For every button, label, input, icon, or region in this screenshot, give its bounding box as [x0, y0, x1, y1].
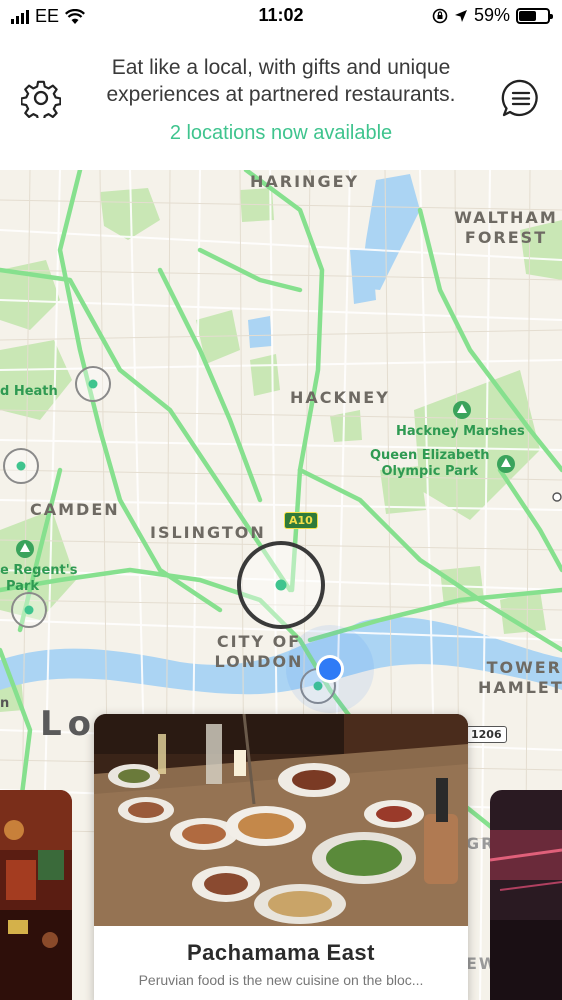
- chat-menu-icon: [501, 79, 538, 117]
- restaurant-card-next[interactable]: [490, 790, 562, 1000]
- map-label-islington: ISLINGTON: [150, 523, 266, 542]
- restaurant-title: Pachamama East: [187, 940, 375, 965]
- menu-button[interactable]: [501, 78, 541, 118]
- map-label-olympic-park: Queen Elizabeth Olympic Park: [370, 448, 489, 480]
- map-label-tower: TOWER: [486, 658, 562, 677]
- map-label-waltham-forest: WALTHAM FOREST: [454, 208, 558, 248]
- map-label-queen-elizabeth: Queen Elizabeth: [370, 448, 490, 463]
- map-label-forest: FOREST: [464, 228, 548, 247]
- map-label-waltham: WALTHAM: [454, 208, 558, 227]
- battery-icon: [516, 7, 553, 24]
- map-label-tower-hamlets: TOWER HAMLET: [478, 658, 562, 698]
- map-label-city-of: CITY OF: [216, 632, 302, 651]
- app-header: Eat like a local, with gifts and unique …: [0, 32, 562, 170]
- orientation-lock-icon: [432, 8, 448, 23]
- status-right: 59%: [432, 5, 553, 26]
- restaurant-photo: [94, 714, 468, 926]
- battery-percent: 59%: [473, 5, 510, 25]
- map-label-edge-left: n: [0, 696, 10, 711]
- map-label-park: Park: [6, 579, 40, 594]
- restaurant-photo-next: [490, 790, 562, 1000]
- map-label-heath: d Heath: [0, 384, 58, 399]
- restaurant-card[interactable]: Pachamama East Peruvian food is the new …: [94, 714, 468, 1000]
- gear-icon: [20, 80, 62, 122]
- map-label-hackney: HACKNEY: [290, 388, 390, 407]
- restaurant-description: Peruvian food is the new cuisine on the …: [138, 972, 424, 988]
- battery-level: [519, 10, 536, 21]
- map-label-london-city: Lo: [40, 704, 98, 744]
- road-badge-a1206: 1206: [466, 726, 507, 743]
- map-label-regents-park: e Regent's Park: [0, 563, 77, 595]
- tagline: Eat like a local, with gifts and unique …: [90, 54, 472, 108]
- map-label-london: LONDON: [214, 652, 304, 671]
- map-label-haringey: HARINGEY: [250, 172, 360, 191]
- road-badge-a10: A10: [284, 512, 318, 529]
- map-label-olympic: Olympic Park: [381, 464, 478, 479]
- map-label-regents: e Regent's: [0, 563, 78, 578]
- restaurant-card-prev[interactable]: [0, 790, 72, 1000]
- tagline-line-2: experiences at partnered restaurants.: [106, 83, 456, 106]
- restaurant-photo-prev: [0, 790, 72, 1000]
- status-bar: EE 11:02 59%: [0, 0, 562, 32]
- settings-button[interactable]: [20, 78, 62, 122]
- tagline-line-1: Eat like a local, with gifts and unique: [111, 56, 451, 79]
- locations-available-text: 2 locations now available: [169, 122, 393, 144]
- map-label-hamlet: HAMLET: [478, 678, 562, 697]
- map-label-camden: CAMDEN: [30, 500, 120, 519]
- location-arrow-icon: [454, 9, 467, 22]
- map-label-hackney-marshes: Hackney Marshes: [396, 424, 525, 439]
- map-label-city-of-london: CITY OF LONDON: [214, 632, 304, 672]
